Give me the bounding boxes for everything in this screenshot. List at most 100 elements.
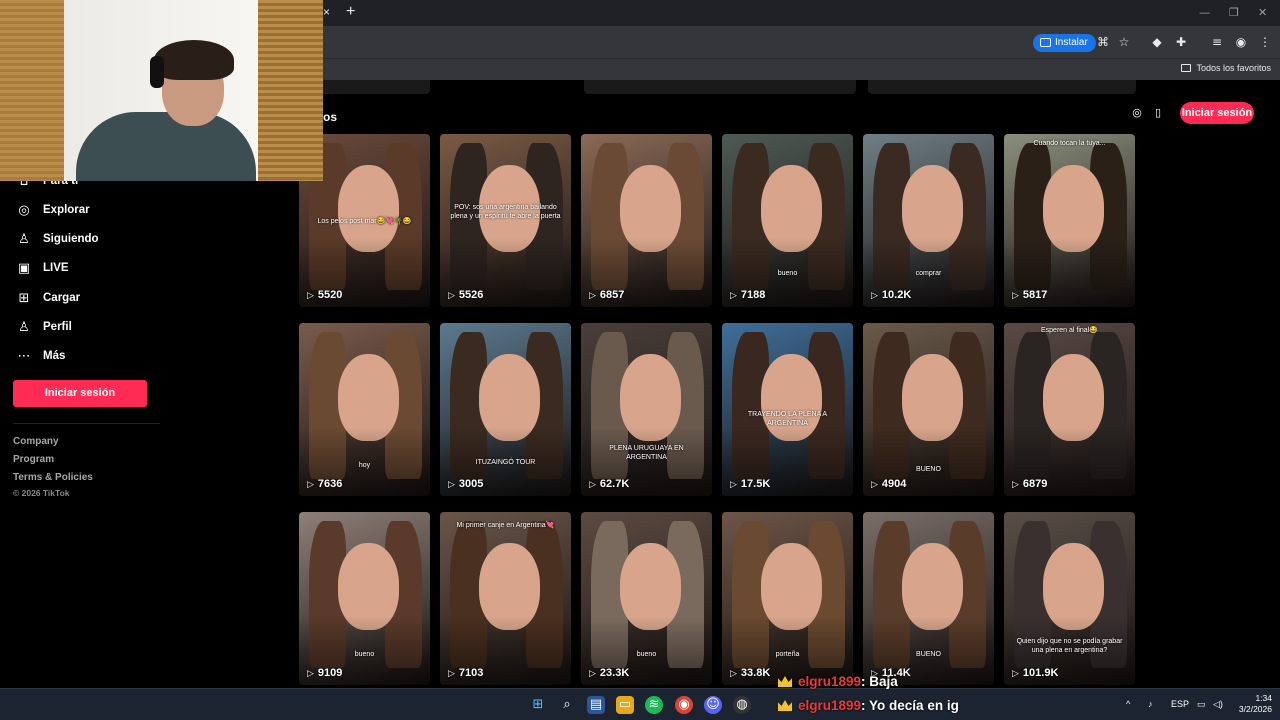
play-icon: ▷ — [589, 669, 596, 679]
play-icon: ▷ — [589, 291, 596, 301]
webcam-person-hair — [154, 40, 234, 80]
video-card[interactable]: POV: sos una argentina bailando plena y … — [440, 134, 571, 307]
video-view-count: ▷ 17.5K — [730, 478, 770, 490]
close-tab-icon[interactable]: × — [323, 5, 330, 19]
device-icon[interactable]: ▯ — [1149, 104, 1167, 122]
video-card[interactable]: ▷ 6857 — [581, 134, 712, 307]
sidebar-item-cargar[interactable]: ⊞ Cargar — [16, 289, 81, 307]
video-card[interactable]: bueno ▷ 23.3K — [581, 512, 712, 685]
sidebar-login-button[interactable]: Iniciar sesión — [13, 380, 147, 407]
video-card[interactable]: Quien dijo que no se podía grabar una pl… — [1004, 512, 1135, 685]
extension-shield-icon[interactable]: ◆ — [1150, 35, 1164, 49]
footer-link-program[interactable]: Program — [13, 454, 54, 465]
play-icon: ▷ — [448, 291, 455, 301]
search-icon[interactable]: ⌕ — [558, 696, 576, 714]
chrome-icon[interactable]: ◉ — [675, 696, 693, 714]
view-count-value: 3005 — [458, 478, 484, 490]
windows-start-icon[interactable]: ⊞ — [529, 696, 547, 714]
video-card[interactable]: ITUZAINGÓ TOUR ▷ 3005 — [440, 323, 571, 496]
sidebar-item-label: LIVE — [43, 262, 69, 274]
video-card[interactable]: TRAYENDO LA PLENA A ARGENTINA ▷ 17.5K — [722, 323, 853, 496]
video-caption: Quien dijo que no se podía grabar una pl… — [1016, 637, 1123, 654]
view-count-value: 5817 — [1022, 289, 1048, 301]
minimize-icon[interactable]: — — [1199, 6, 1210, 19]
play-icon: ▷ — [448, 480, 455, 490]
extensions-icon[interactable]: ✚ — [1174, 35, 1188, 49]
video-card[interactable]: comprar ▷ 10.2K — [863, 134, 994, 307]
view-count-value: 7636 — [317, 478, 343, 490]
store-icon[interactable]: ▤ — [587, 696, 605, 714]
play-icon: ▷ — [871, 291, 878, 301]
all-bookmarks-link[interactable]: Todos los favoritos — [1181, 63, 1271, 73]
microphone-icon[interactable]: ♪ — [1148, 699, 1153, 709]
volume-icon[interactable]: ◁) — [1213, 699, 1223, 710]
sidebar-item-siguiendo[interactable]: ♙ Siguiendo — [16, 230, 98, 248]
webcam-blind-left — [0, 0, 64, 181]
chat-message: elgru1899: Baja — [778, 674, 898, 692]
view-count-value: 5526 — [458, 289, 484, 301]
video-card[interactable]: porteña ▷ 33.8K — [722, 512, 853, 685]
video-card[interactable]: bueno ▷ 9109 — [299, 512, 430, 685]
file-explorer-icon[interactable]: ▭ — [616, 696, 634, 714]
video-card[interactable]: Esperen al final😂 ▷ 6879 — [1004, 323, 1135, 496]
video-caption: bueno — [354, 651, 375, 659]
language-indicator[interactable]: ESP — [1171, 699, 1189, 709]
media-control-icon[interactable]: ≡ — [1210, 35, 1224, 49]
chat-text: : Baja — [861, 674, 898, 689]
video-card[interactable]: Cuando tocan la tuya... ▷ 5817 — [1004, 134, 1135, 307]
video-view-count: ▷ 33.8K — [730, 667, 770, 679]
footer-link-terms[interactable]: Terms & Policies — [13, 472, 93, 483]
live-icon: ▣ — [17, 260, 31, 276]
video-view-count: ▷ 10.2K — [871, 289, 911, 301]
video-view-count: ▷ 4904 — [871, 478, 906, 490]
prev-row-thumbnail[interactable] — [868, 80, 1136, 94]
bookmark-star-icon[interactable]: ☆ — [1117, 35, 1131, 49]
sidebar-item-live[interactable]: ▣ LIVE — [16, 259, 69, 277]
screen: × + — ❐ ✕ Instalar ⌘ ☆ ◆ ✚ ≡ ◉ ⋮ Todos l… — [0, 0, 1280, 720]
network-icon[interactable]: ▭ — [1197, 699, 1206, 710]
view-count-value: 6857 — [599, 289, 625, 301]
close-window-icon[interactable]: ✕ — [1258, 6, 1267, 19]
footer-link-company[interactable]: Company — [13, 436, 59, 447]
sidebar-item-explorar[interactable]: ◎ Explorar — [16, 201, 89, 219]
upload-icon: ⊞ — [18, 290, 30, 306]
video-view-count: ▷ 7636 — [307, 478, 342, 490]
sidebar-item-perfil[interactable]: ♙ Perfil — [16, 318, 72, 336]
video-caption: POV: sos una argentina bailando plena y … — [450, 204, 561, 221]
install-app-button[interactable]: Instalar — [1033, 34, 1096, 52]
taskbar-clock[interactable]: 1:34 3/2/2026 — [1228, 693, 1272, 715]
play-icon: ▷ — [307, 669, 314, 679]
tray-chevron-icon[interactable]: ^ — [1126, 699, 1130, 709]
video-card[interactable]: bueno ▷ 7188 — [722, 134, 853, 307]
spotify-icon[interactable]: ≋ — [645, 696, 663, 714]
video-view-count: ▷ 23.3K — [589, 667, 629, 679]
profile-icon[interactable]: ◉ — [1234, 35, 1248, 49]
sidebar-item-mas[interactable]: ⋯ Más — [16, 347, 66, 365]
new-tab-button[interactable]: + — [346, 3, 355, 21]
video-view-count: ▷ 9109 — [307, 667, 342, 679]
video-card[interactable]: BUENO ▷ 4904 — [863, 323, 994, 496]
headset-icon — [150, 56, 164, 88]
video-card[interactable]: Mi primer canje en Argentina💘 ▷ 7103 — [440, 512, 571, 685]
play-icon: ▷ — [589, 480, 596, 490]
video-card[interactable]: BUENO ▷ 11.4K — [863, 512, 994, 685]
video-caption: bueno — [777, 269, 798, 277]
login-button[interactable]: Iniciar sesión — [1180, 102, 1254, 124]
restore-icon[interactable]: ❐ — [1229, 6, 1239, 19]
video-card[interactable]: hoy ▷ 7636 — [299, 323, 430, 496]
copyright-text: © 2026 TikTok — [13, 488, 70, 498]
chat-username: elgru1899 — [798, 698, 862, 713]
video-caption: PLENA URUGUAYA EN ARGENTINA — [609, 445, 684, 462]
sidebar-item-label: Perfil — [43, 321, 72, 333]
install-label: Instalar — [1055, 37, 1088, 48]
prev-row-thumbnail[interactable] — [584, 80, 856, 94]
compass-icon[interactable]: ◎ — [1128, 104, 1146, 122]
translate-icon[interactable]: ⌘ — [1096, 35, 1110, 49]
webcam-person-body — [76, 112, 256, 181]
discord-icon[interactable]: ☺ — [704, 696, 722, 714]
view-count-value: 9109 — [317, 667, 343, 679]
menu-dots-icon[interactable]: ⋮ — [1258, 35, 1272, 49]
obs-icon[interactable]: ◍ — [733, 696, 751, 714]
video-card[interactable]: PLENA URUGUAYA EN ARGENTINA ▷ 62.7K — [581, 323, 712, 496]
crown-icon — [778, 676, 792, 687]
